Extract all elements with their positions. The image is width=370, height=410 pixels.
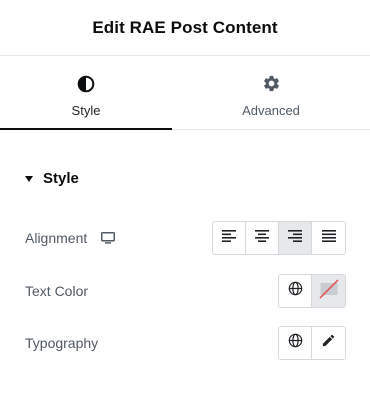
text-color-control: Text Color	[25, 274, 346, 308]
align-left-button[interactable]	[213, 222, 246, 254]
align-center-icon	[255, 229, 269, 247]
text-color-swatch-button[interactable]	[312, 275, 345, 307]
align-justify-button[interactable]	[312, 222, 345, 254]
alignment-label: Alignment	[25, 230, 88, 246]
section-title: Style	[43, 170, 79, 187]
align-left-icon	[222, 229, 236, 247]
tab-style[interactable]: Style	[0, 57, 172, 130]
panel-tabs: Style Advanced	[0, 57, 370, 130]
typography-label: Typography	[25, 335, 99, 351]
tab-advanced-label: Advanced	[242, 102, 300, 118]
gear-icon	[262, 73, 281, 95]
caret-down-icon	[25, 175, 33, 182]
text-color-global-button[interactable]	[279, 275, 312, 307]
pencil-icon	[321, 333, 336, 353]
tab-style-label: Style	[71, 102, 101, 118]
alignment-button-group	[212, 221, 346, 255]
half-circle-icon	[77, 73, 95, 95]
typography-control: Typography	[25, 326, 346, 360]
panel-title: Edit RAE Post Content	[92, 17, 278, 37]
tab-advanced[interactable]: Advanced	[172, 57, 370, 129]
panel-header: Edit RAE Post Content	[0, 0, 370, 56]
align-right-button[interactable]	[279, 222, 312, 254]
globe-icon	[288, 333, 303, 353]
style-section-toggle[interactable]: Style	[25, 170, 79, 187]
globe-icon	[288, 281, 303, 301]
typography-button-group	[278, 326, 346, 360]
typography-edit-button[interactable]	[312, 327, 345, 359]
desktop-icon[interactable]	[101, 232, 116, 244]
text-color-label: Text Color	[25, 283, 89, 299]
align-center-button[interactable]	[246, 222, 279, 254]
text-color-button-group	[278, 274, 346, 308]
empty-color-swatch-icon	[318, 278, 339, 304]
active-tab-indicator	[0, 128, 172, 130]
align-justify-icon	[321, 229, 336, 247]
align-right-icon	[288, 229, 302, 247]
typography-global-button[interactable]	[279, 327, 312, 359]
alignment-control: Alignment	[25, 221, 346, 255]
